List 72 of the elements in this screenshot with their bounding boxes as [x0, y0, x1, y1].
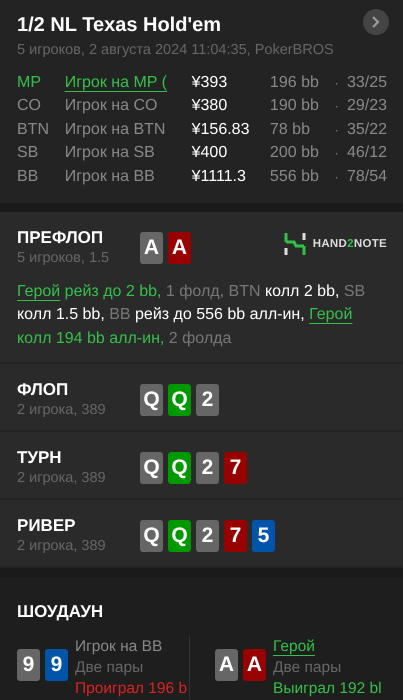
- seat-position: SB: [17, 143, 40, 164]
- seat-position: MP: [17, 71, 65, 94]
- street-info: 2 игрока, 389: [17, 538, 107, 554]
- player-name: Игрок на SB: [64, 144, 155, 162]
- playing-card: 2: [196, 384, 219, 416]
- stack-bb: 200 bb: [270, 143, 320, 164]
- separator-dot: ·: [334, 74, 340, 92]
- playing-card: A: [168, 232, 191, 264]
- playing-card: 9: [17, 649, 40, 681]
- hand-info: 5 игроков, 2 августа 2024 11:04:35, PokerBROS: [17, 42, 334, 58]
- street-info: 2 игрока, 389: [17, 402, 107, 418]
- seat-position: CO: [17, 96, 42, 116]
- playing-card: A: [215, 649, 238, 681]
- game-title: 1/2 NL Texas Hold'em: [17, 14, 222, 37]
- street-title: РИВЕР: [17, 516, 77, 536]
- player-name: Игрок на BB: [75, 638, 162, 655]
- separator-dot: ·: [334, 168, 340, 186]
- player-stats: 29/23: [346, 96, 387, 116]
- hand-rank: Две пары: [75, 659, 144, 676]
- next-button[interactable]: [363, 9, 389, 35]
- playing-card: Q: [168, 384, 191, 416]
- hand-rank: Две пары: [273, 659, 342, 676]
- playing-card: 2: [196, 520, 219, 552]
- playing-card: Q: [140, 520, 163, 552]
- playing-card: Q: [168, 520, 191, 552]
- street-title: ПРЕФЛОП: [17, 228, 104, 248]
- result-text: Выиграл 192 bl: [273, 680, 382, 697]
- stack-amount: ¥380: [192, 96, 228, 116]
- section-title: ШОУДАУН: [17, 602, 104, 622]
- playing-card: 7: [224, 452, 247, 484]
- stack-bb: 190 bb: [270, 96, 320, 116]
- playing-card: 7: [224, 520, 247, 552]
- stack-bb: 78 bb: [270, 120, 311, 140]
- stack-bb: 196 bb: [270, 72, 320, 93]
- player-name: Игрок на BB: [64, 168, 155, 185]
- player-name: Игрок на CO: [64, 97, 158, 114]
- player-name[interactable]: Игрок на MP (: [64, 74, 167, 91]
- action-text: Герой рейз до 2 bb, 1 фолд, BTN колл 2 bb, SB колл 1.5 bb, BB рейз до 556 bb алл-ин, Герой колл 194 bb алл-ин, 2 фолда: [17, 282, 366, 348]
- player-name: Игрок на BTN: [64, 120, 166, 138]
- logo-text: HAND2NOTE: [312, 238, 387, 250]
- player-stats: 33/25: [346, 72, 387, 93]
- street-info: 2 игрока, 389: [17, 470, 107, 486]
- stack-amount: ¥393: [192, 72, 228, 93]
- hero-link[interactable]: Герой: [309, 306, 352, 323]
- seat-position: BB: [17, 166, 40, 187]
- stack-amount: ¥156.83: [192, 120, 250, 140]
- player-name[interactable]: Герой: [273, 638, 315, 655]
- hero-link[interactable]: Герой: [17, 282, 60, 300]
- player-stats: 78/54: [346, 166, 387, 187]
- playing-card: Q: [140, 452, 163, 484]
- playing-card: Q: [140, 384, 163, 416]
- playing-card: 5: [252, 520, 275, 552]
- playing-card: Q: [168, 452, 191, 484]
- street-title: ФЛОП: [17, 380, 70, 400]
- stack-amount: ¥1111.3: [192, 166, 247, 187]
- street-title: ТУРН: [17, 448, 63, 468]
- street-info: 5 игроков, 1.5: [17, 250, 110, 266]
- player-stats: 35/22: [346, 120, 387, 140]
- separator-dot: ·: [326, 142, 347, 165]
- stack-bb: 556 bb: [270, 166, 320, 187]
- separator-dot: ·: [334, 98, 340, 116]
- stack-amount: ¥400: [192, 143, 228, 164]
- logo-icon: [282, 232, 307, 256]
- playing-card: A: [140, 232, 163, 264]
- playing-card: 9: [45, 649, 68, 681]
- playing-card: A: [243, 649, 266, 681]
- result-text: Проиграл 196 b: [75, 680, 188, 697]
- separator-dot: ·: [334, 122, 340, 139]
- seat-position: BTN: [17, 120, 50, 140]
- chevron-icon: [371, 15, 381, 29]
- player-stats: 46/12: [346, 143, 387, 164]
- playing-card: 2: [196, 452, 219, 484]
